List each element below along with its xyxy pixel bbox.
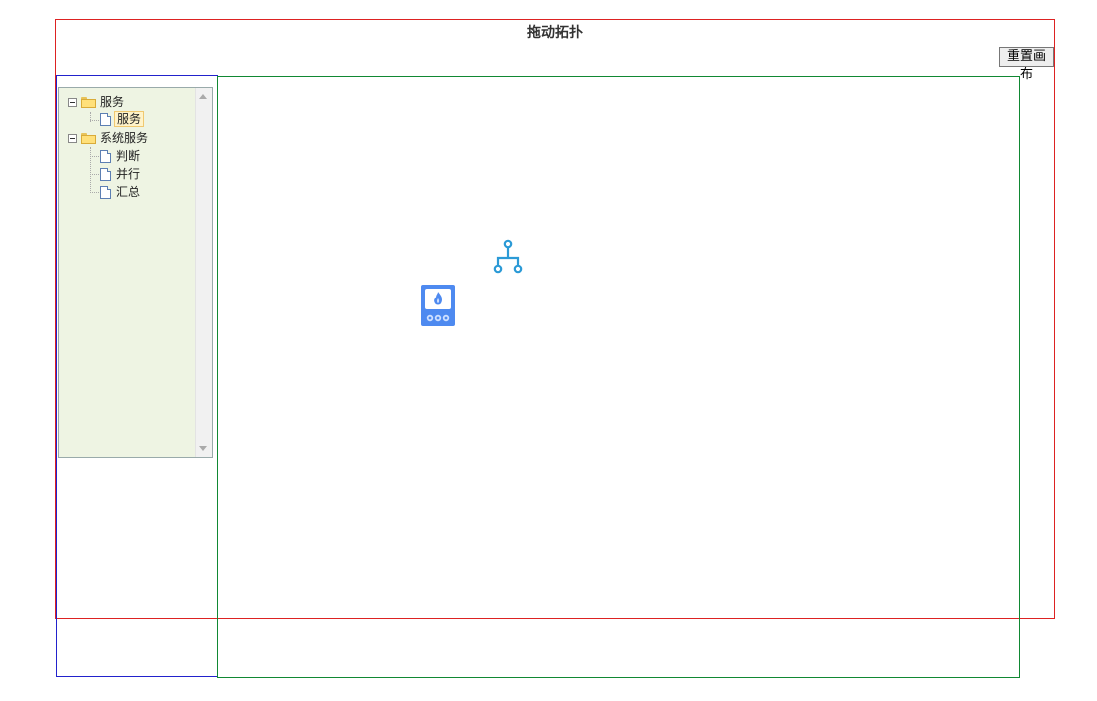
tree-node-parallel[interactable]: 并行 <box>100 166 142 182</box>
scroll-down-arrow-icon[interactable] <box>199 446 207 451</box>
document-icon <box>100 149 111 163</box>
tree-node-label: 服务 <box>100 95 125 109</box>
tree-node-judge[interactable]: 判断 <box>100 148 142 164</box>
document-icon <box>100 185 111 199</box>
tree-node-service-folder[interactable]: 服务 <box>68 94 126 110</box>
folder-icon <box>81 96 96 108</box>
reset-canvas-button[interactable]: 重置画布 <box>999 47 1054 82</box>
tree-node-label: 服务 <box>114 111 145 127</box>
tree-node-label: 判断 <box>116 149 141 163</box>
folder-icon <box>81 132 96 144</box>
topology-canvas[interactable] <box>217 76 1020 678</box>
heater-device-icon[interactable] <box>421 285 455 326</box>
tree-scrollbar[interactable] <box>195 88 212 457</box>
collapse-toggle-icon[interactable] <box>68 97 77 107</box>
service-tree: 服务 服务 系统服务 判断 并行 汇总 <box>58 87 213 458</box>
tree-node-label: 汇总 <box>116 185 141 199</box>
tree-node-system-services-folder[interactable]: 系统服务 <box>68 130 150 146</box>
tree-node-label: 并行 <box>116 167 141 181</box>
page-title: 拖动拓扑 <box>527 25 583 41</box>
document-icon <box>100 167 111 181</box>
left-panel: 服务 服务 系统服务 判断 并行 汇总 <box>56 75 218 677</box>
tree-node-label: 系统服务 <box>100 131 149 145</box>
collapse-toggle-icon[interactable] <box>68 133 77 143</box>
topology-icon[interactable] <box>493 239 523 275</box>
tree-node-service-leaf[interactable]: 服务 <box>100 111 145 127</box>
scroll-up-arrow-icon[interactable] <box>199 94 207 99</box>
document-icon <box>100 112 111 126</box>
tree-node-summary[interactable]: 汇总 <box>100 184 142 200</box>
